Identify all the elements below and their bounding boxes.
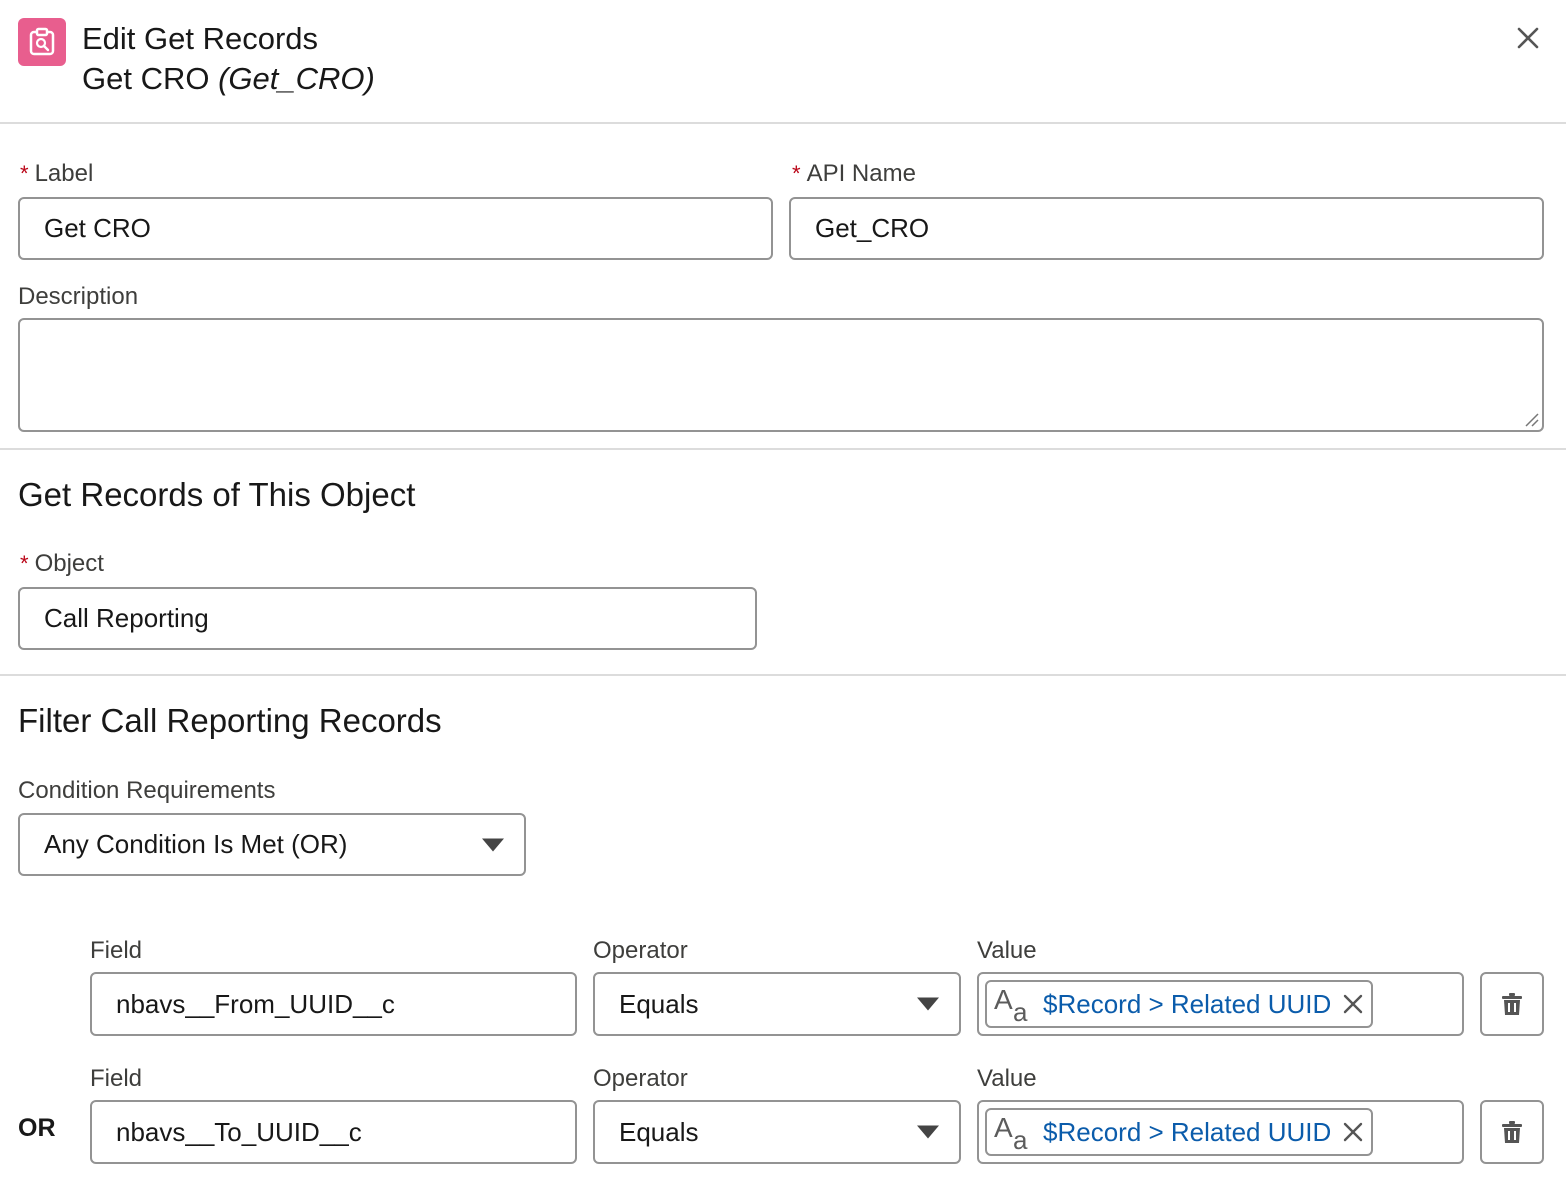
modal-title: Edit Get Records [82,21,319,56]
resize-handle-icon[interactable] [1523,411,1539,427]
text-type-icon: A a [994,1112,1028,1152]
filter-section-title: Filter Call Reporting Records [18,702,442,739]
condition-operator-select[interactable]: Equals [593,972,961,1036]
object-input[interactable]: Call Reporting [18,587,757,650]
delete-condition-button[interactable] [1480,972,1544,1036]
operator-column-label: Operator [593,1065,688,1092]
required-asterisk: * [20,551,29,576]
pill-label: $Record > Related UUID [1043,988,1332,1019]
trash-icon [1502,1121,1522,1143]
description-textarea[interactable] [18,318,1544,432]
operator-column-label: Operator [593,937,688,964]
element-label-text: Get CRO [82,61,210,96]
condition-requirements-label: Condition Requirements [18,777,276,804]
condition-requirements-select[interactable]: Any Condition Is Met (OR) [18,813,526,876]
section-divider [0,448,1566,450]
value-resource-pill[interactable]: A a $Record > Related UUID [985,1108,1373,1156]
value-column-label: Value [977,1065,1037,1092]
trash-icon [1502,993,1522,1015]
field-column-label: Field [90,1065,143,1092]
label-field-label: * Label [20,160,94,187]
svg-text:A: A [994,1112,1013,1143]
svg-text:a: a [1013,1125,1028,1152]
pill-label: $Record > Related UUID [1043,1116,1332,1147]
close-button[interactable] [1510,20,1546,56]
chevron-down-icon [917,1125,939,1139]
condition-field-input[interactable]: nbavs__To_UUID__c [90,1100,577,1164]
or-logic-label: OR [18,1114,56,1142]
condition-value-input[interactable]: A a $Record > Related UUID [977,972,1464,1036]
value-column-label: Value [977,937,1037,964]
section-divider [0,674,1566,676]
svg-text:A: A [994,984,1013,1015]
remove-pill-button[interactable] [1343,1122,1363,1142]
header-divider [0,122,1566,124]
required-asterisk: * [792,161,801,186]
field-column-label: Field [90,937,143,964]
svg-text:a: a [1013,997,1028,1024]
remove-pill-button[interactable] [1343,994,1363,1014]
condition-field-input[interactable]: nbavs__From_UUID__c [90,972,577,1036]
condition-value-input[interactable]: A a $Record > Related UUID [977,1100,1464,1164]
element-subtitle: Get CRO (Get_CRO) [82,60,375,98]
object-field-label: * Object [20,550,104,577]
object-section-title: Get Records of This Object [18,476,416,513]
close-icon [1344,994,1363,1014]
condition-operator-select[interactable]: Equals [593,1100,961,1164]
text-type-icon: A a [994,984,1028,1024]
element-api-text: (Get_CRO) [218,61,375,96]
value-resource-pill[interactable]: A a $Record > Related UUID [985,980,1373,1028]
chevron-down-icon [917,997,939,1011]
chevron-down-icon [482,838,504,851]
operator-value: Equals [619,1116,699,1147]
delete-condition-button[interactable] [1480,1100,1544,1164]
required-asterisk: * [20,161,29,186]
label-input[interactable]: Get CRO [18,197,773,260]
api-name-input[interactable]: Get_CRO [789,197,1544,260]
description-field-label: Description [18,283,139,310]
condition-requirements-value: Any Condition Is Met (OR) [44,829,348,859]
close-icon [1517,27,1539,49]
api-name-field-label: * API Name [792,160,916,187]
get-records-icon [18,18,66,66]
close-icon [1344,1122,1363,1142]
operator-value: Equals [619,988,699,1019]
